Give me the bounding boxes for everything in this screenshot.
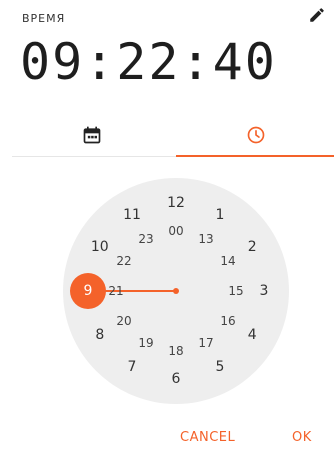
hour-number-outer[interactable]: 6 — [172, 372, 181, 386]
hour-number-outer[interactable]: 5 — [216, 360, 225, 374]
hour-number-outer[interactable]: 8 — [95, 328, 104, 342]
hour-number-inner[interactable]: 23 — [138, 233, 153, 245]
hour-number-inner[interactable]: 18 — [168, 345, 183, 357]
clock-dial: 121234567891011001314151617181920212223 … — [63, 178, 289, 404]
hour-number-outer[interactable]: 2 — [248, 240, 257, 254]
ok-button[interactable]: OK — [292, 430, 312, 445]
hour-number-outer[interactable]: 7 — [128, 360, 137, 374]
hour-number-inner[interactable]: 16 — [220, 315, 235, 327]
hour-number-inner[interactable]: 20 — [116, 315, 131, 327]
time-display: 09:22:40 — [20, 33, 277, 91]
time-label: ВРЕМЯ — [22, 12, 66, 25]
dialog-actions: CANCEL OK — [0, 430, 334, 450]
tab-time[interactable] — [176, 116, 334, 158]
hour-number-inner[interactable]: 14 — [220, 255, 235, 267]
hour-number-inner[interactable]: 15 — [228, 285, 243, 297]
clock-icon — [246, 125, 266, 149]
selected-hour[interactable]: 9 — [70, 273, 106, 309]
edit-button[interactable] — [302, 2, 332, 32]
calendar-icon — [82, 125, 102, 149]
hour-number-inner[interactable]: 17 — [198, 337, 213, 349]
hour-number-outer[interactable]: 3 — [260, 284, 269, 298]
picker-tabs — [12, 116, 334, 158]
cancel-button[interactable]: CANCEL — [180, 430, 235, 445]
hour-number-inner[interactable]: 00 — [168, 225, 183, 237]
hour-number-outer[interactable]: 12 — [167, 196, 185, 210]
tab-date[interactable] — [12, 116, 172, 158]
hour-number-outer[interactable]: 11 — [123, 208, 141, 222]
hour-number-inner[interactable]: 13 — [198, 233, 213, 245]
hour-number-outer[interactable]: 1 — [216, 208, 225, 222]
hour-number-outer[interactable]: 10 — [91, 240, 109, 254]
header: ВРЕМЯ 09:22:40 — [0, 0, 334, 100]
hour-number-inner[interactable]: 19 — [138, 337, 153, 349]
pencil-icon — [308, 6, 326, 28]
hour-number-inner[interactable]: 21 — [108, 285, 123, 297]
tab-indicator — [176, 155, 334, 157]
hour-number-inner[interactable]: 22 — [116, 255, 131, 267]
clock-center-dot — [173, 288, 179, 294]
hour-number-outer[interactable]: 4 — [248, 328, 257, 342]
